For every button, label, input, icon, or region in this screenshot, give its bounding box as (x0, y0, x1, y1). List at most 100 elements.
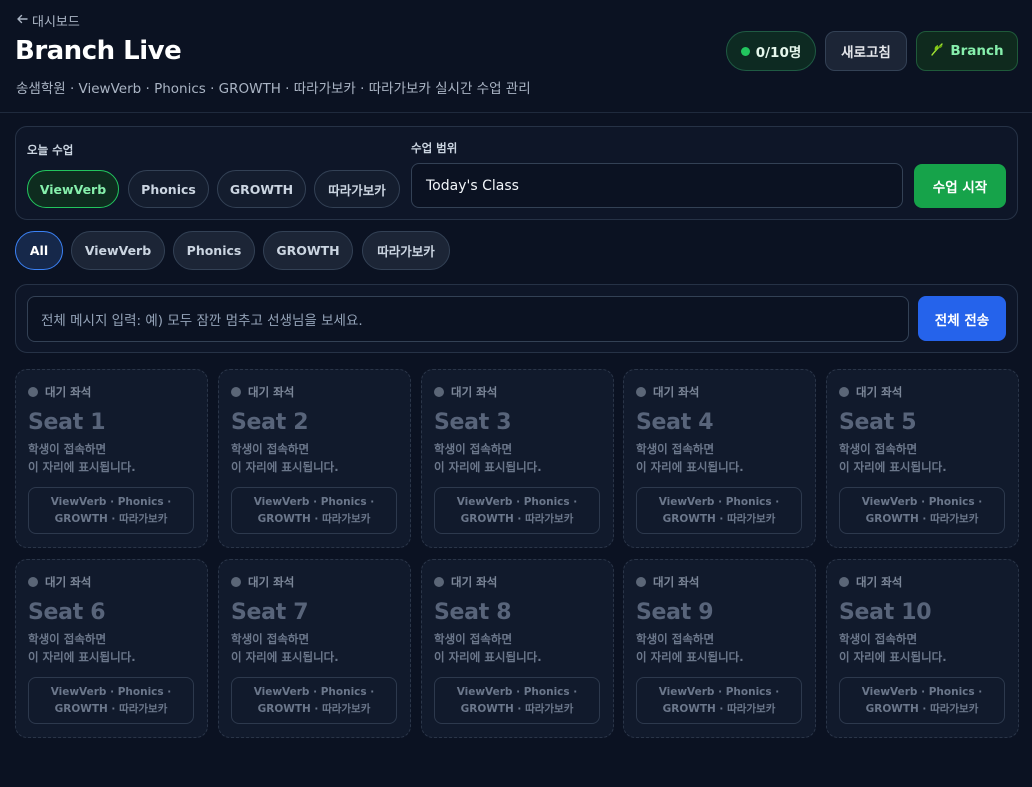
seat-waiting-message: 학생이 접속하면 이 자리에 표시됩니다. (839, 630, 947, 666)
seat-waiting-line-2: 이 자리에 표시됩니다. (28, 650, 136, 664)
seat-waiting-line-2: 이 자리에 표시됩니다. (231, 650, 339, 664)
status-dot-icon (636, 387, 646, 397)
seat-waiting-message: 학생이 접속하면 이 자리에 표시됩니다. (28, 440, 136, 476)
seat-name: Seat 8 (434, 600, 512, 625)
seat-waiting-line-2: 이 자리에 표시됩니다. (434, 650, 542, 664)
seat-waiting-message: 학생이 접속하면 이 자리에 표시됩니다. (636, 440, 744, 476)
class-range-input[interactable]: Today's Class (411, 163, 903, 208)
page-subtitle: 송샘학원 · ViewVerb · Phonics · GROWTH · 따라가… (16, 81, 531, 97)
seat-card-9[interactable]: 대기 좌석 Seat 9 학생이 접속하면 이 자리에 표시됩니다. ViewV… (623, 559, 816, 738)
seat-tags-line-1: ViewVerb · Phonics · (861, 685, 983, 698)
arrow-left-icon (16, 13, 28, 29)
seat-status-label: 대기 좌석 (248, 385, 295, 399)
seat-name: Seat 3 (434, 410, 512, 435)
broadcast-message-input[interactable]: 전체 메시지 입력: 예) 모두 잠깐 멈추고 선생님을 보세요. (27, 296, 909, 342)
start-class-button[interactable]: 수업 시작 (914, 164, 1006, 208)
status-dot-icon (434, 387, 444, 397)
seat-card-4[interactable]: 대기 좌석 Seat 4 학생이 접속하면 이 자리에 표시됩니다. ViewV… (623, 369, 816, 548)
class-chip-growth[interactable]: GROWTH (217, 170, 306, 208)
seat-card-10[interactable]: 대기 좌석 Seat 10 학생이 접속하면 이 자리에 표시됩니다. View… (826, 559, 1019, 738)
refresh-button[interactable]: 새로고침 (825, 31, 907, 71)
seat-status: 대기 좌석 (231, 574, 294, 590)
seat-status: 대기 좌석 (636, 574, 699, 590)
seat-waiting-message: 학생이 접속하면 이 자리에 표시됩니다. (28, 630, 136, 666)
seat-waiting-message: 학생이 접속하면 이 자리에 표시됩니다. (434, 630, 542, 666)
filter-ttaragaboka[interactable]: 따라가보카 (362, 231, 450, 270)
status-dot-icon (636, 577, 646, 587)
seat-status-label: 대기 좌석 (248, 575, 295, 589)
seat-name: Seat 2 (231, 410, 309, 435)
seat-waiting-line-1: 학생이 접속하면 (636, 442, 715, 456)
seat-waiting-line-2: 이 자리에 표시됩니다. (839, 460, 947, 474)
seat-status: 대기 좌석 (839, 574, 902, 590)
seat-waiting-message: 학생이 접속하면 이 자리에 표시됩니다. (636, 630, 744, 666)
seat-waiting-line-1: 학생이 접속하면 (28, 442, 107, 456)
status-dot-icon (231, 387, 241, 397)
seat-name: Seat 1 (28, 410, 106, 435)
seat-tags-line-2: GROWTH · 따라가보카 (257, 702, 371, 715)
seat-card-5[interactable]: 대기 좌석 Seat 5 학생이 접속하면 이 자리에 표시됩니다. ViewV… (826, 369, 1019, 548)
page-header: 대시보드 Branch Live 송샘학원 · ViewVerb · Phoni… (0, 0, 1032, 113)
seat-tags-line-1: ViewVerb · Phonics · (658, 685, 780, 698)
seat-status-label: 대기 좌석 (653, 385, 700, 399)
seat-tags-line-2: GROWTH · 따라가보카 (257, 512, 371, 525)
seat-name: Seat 4 (636, 410, 714, 435)
seat-status: 대기 좌석 (434, 574, 497, 590)
seat-card-6[interactable]: 대기 좌석 Seat 6 학생이 접속하면 이 자리에 표시됩니다. ViewV… (15, 559, 208, 738)
branch-button[interactable]: Branch (916, 31, 1018, 71)
seat-waiting-message: 학생이 접속하면 이 자리에 표시됩니다. (231, 440, 339, 476)
today-class-label: 오늘 수업 (27, 143, 74, 157)
online-count-label: 0/10명 (755, 45, 802, 61)
seat-card-7[interactable]: 대기 좌석 Seat 7 학생이 접속하면 이 자리에 표시됩니다. ViewV… (218, 559, 411, 738)
page-title: Branch Live (15, 36, 182, 66)
seat-status-label: 대기 좌석 (856, 385, 903, 399)
filter-phonics[interactable]: Phonics (173, 231, 255, 270)
filter-all[interactable]: All (15, 231, 63, 270)
seat-waiting-line-2: 이 자리에 표시됩니다. (231, 460, 339, 474)
status-dot-icon (231, 577, 241, 587)
status-dot-icon (839, 387, 849, 397)
seat-tags-line-2: GROWTH · 따라가보카 (662, 512, 776, 525)
status-dot-icon (839, 577, 849, 587)
class-chip-phonics[interactable]: Phonics (128, 170, 209, 208)
seat-card-1[interactable]: 대기 좌석 Seat 1 학생이 접속하면 이 자리에 표시됩니다. ViewV… (15, 369, 208, 548)
seat-class-tags: ViewVerb · Phonics · GROWTH · 따라가보카 (434, 487, 600, 534)
back-link-label: 대시보드 (32, 15, 80, 30)
broadcast-send-button[interactable]: 전체 전송 (918, 296, 1006, 341)
branch-button-label: Branch (950, 43, 1004, 59)
seat-waiting-line-1: 학생이 접속하면 (839, 442, 918, 456)
online-dot-icon (740, 46, 750, 56)
seat-status: 대기 좌석 (839, 384, 902, 400)
back-link[interactable]: 대시보드 (16, 11, 80, 30)
seat-waiting-line-2: 이 자리에 표시됩니다. (636, 460, 744, 474)
seat-status-label: 대기 좌석 (451, 385, 498, 399)
seat-tags-line-1: ViewVerb · Phonics · (253, 495, 375, 508)
online-count-badge: 0/10명 (726, 31, 816, 71)
status-dot-icon (28, 387, 38, 397)
class-chip-viewverb[interactable]: ViewVerb (27, 170, 119, 208)
filter-viewverb[interactable]: ViewVerb (71, 231, 165, 270)
seat-waiting-line-1: 학생이 접속하면 (636, 632, 715, 646)
class-chip-ttaragaboka[interactable]: 따라가보카 (314, 170, 400, 208)
seat-status-label: 대기 좌석 (856, 575, 903, 589)
seat-status-label: 대기 좌석 (45, 385, 92, 399)
seat-tags-line-1: ViewVerb · Phonics · (456, 685, 578, 698)
seat-tags-line-1: ViewVerb · Phonics · (50, 685, 172, 698)
seat-tags-line-2: GROWTH · 따라가보카 (662, 702, 776, 715)
seat-waiting-line-2: 이 자리에 표시됩니다. (28, 460, 136, 474)
seat-tags-line-1: ViewVerb · Phonics · (253, 685, 375, 698)
refresh-button-label: 새로고침 (841, 45, 891, 61)
seat-name: Seat 9 (636, 600, 714, 625)
sprout-icon (930, 42, 944, 60)
seat-tags-line-1: ViewVerb · Phonics · (861, 495, 983, 508)
seat-tags-line-2: GROWTH · 따라가보카 (460, 512, 574, 525)
seat-card-3[interactable]: 대기 좌석 Seat 3 학생이 접속하면 이 자리에 표시됩니다. ViewV… (421, 369, 614, 548)
seat-name: Seat 5 (839, 410, 917, 435)
seat-waiting-line-1: 학생이 접속하면 (839, 632, 918, 646)
seat-card-8[interactable]: 대기 좌석 Seat 8 학생이 접속하면 이 자리에 표시됩니다. ViewV… (421, 559, 614, 738)
seat-class-tags: ViewVerb · Phonics · GROWTH · 따라가보카 (636, 677, 802, 724)
seat-card-2[interactable]: 대기 좌석 Seat 2 학생이 접속하면 이 자리에 표시됩니다. ViewV… (218, 369, 411, 548)
filter-growth[interactable]: GROWTH (263, 231, 353, 270)
seat-class-tags: ViewVerb · Phonics · GROWTH · 따라가보카 (28, 487, 194, 534)
seat-class-tags: ViewVerb · Phonics · GROWTH · 따라가보카 (231, 677, 397, 724)
